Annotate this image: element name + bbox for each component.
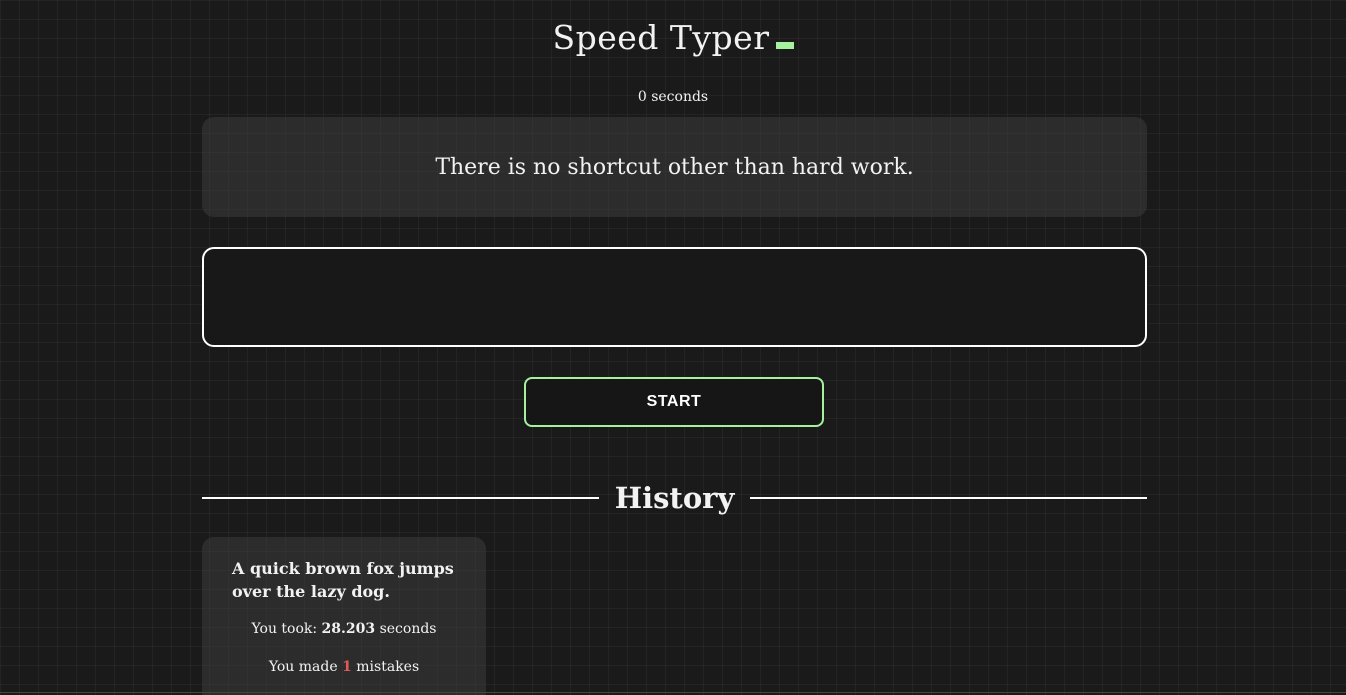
history-heading: History: [614, 481, 735, 515]
history-entry-time: You took: 28.203 seconds: [232, 621, 456, 637]
header: Speed Typer: [0, 18, 1346, 57]
time-value: 28.203: [321, 621, 376, 637]
page-bottom-edge: [0, 692, 1346, 693]
history-divider: History: [202, 478, 1147, 518]
cursor-block-icon: [775, 42, 794, 49]
divider-line-right: [750, 497, 1147, 499]
history-entry-text: A quick brown fox jumps over the lazy do…: [232, 559, 454, 601]
history-entry-mistakes: You made 1 mistakes: [232, 659, 456, 675]
start-button[interactable]: START: [524, 377, 824, 427]
mistakes-suffix: mistakes: [351, 659, 420, 675]
quote-text: There is no shortcut other than hard wor…: [435, 154, 914, 180]
history-card: A quick brown fox jumps over the lazy do…: [202, 537, 486, 695]
mistakes-prefix: You made: [268, 659, 343, 675]
quote-panel: There is no shortcut other than hard wor…: [202, 117, 1147, 217]
time-prefix: You took:: [251, 621, 322, 637]
time-suffix: seconds: [375, 621, 437, 637]
divider-line-left: [202, 497, 599, 499]
typing-input[interactable]: [202, 247, 1147, 347]
timer-display: 0 seconds: [637, 89, 709, 105]
mistakes-count: 1: [342, 659, 352, 675]
app-title: Speed Typer: [552, 18, 770, 57]
